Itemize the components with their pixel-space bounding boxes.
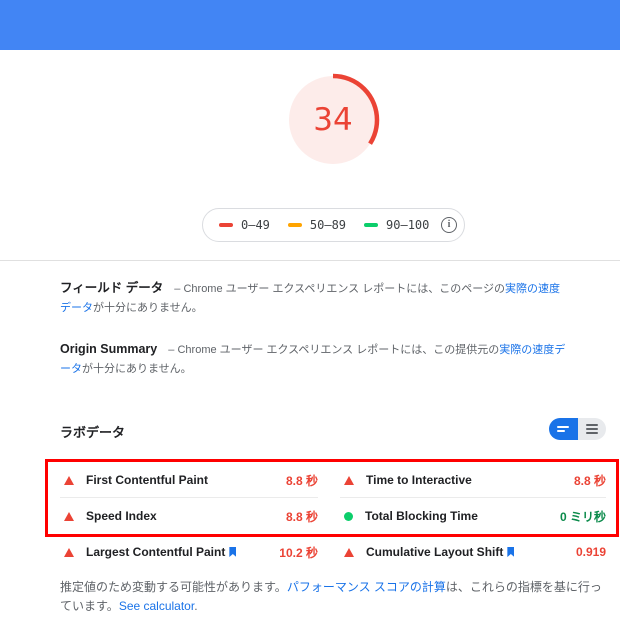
performance-score-gauge: 34 xyxy=(286,73,380,167)
compact-list-icon xyxy=(557,426,570,432)
legend-label-fail: 0–49 xyxy=(241,218,270,232)
legend-label-average: 50–89 xyxy=(309,218,347,232)
legend-swatch-fail xyxy=(219,223,233,227)
legend-item-fail: 0–49 xyxy=(219,218,270,232)
footnote: 推定値のため変動する可能性があります。パフォーマンス スコアの計算は、これらの指… xyxy=(60,578,608,616)
legend-swatch-average xyxy=(287,223,302,227)
see-calculator-link[interactable]: See calculator xyxy=(119,599,194,613)
metric-name: Largest Contentful Paint xyxy=(86,545,237,559)
origin-summary-text: – Chrome ユーザー エクスペリエンス レポートには、この提供元の xyxy=(165,344,500,356)
fail-triangle-icon xyxy=(344,547,354,557)
lab-data-title: ラボデータ xyxy=(60,425,126,440)
metric-largest-contentful-paint: Largest Contentful Paint 10.2 秒 xyxy=(60,534,318,570)
metric-cumulative-layout-shift: Cumulative Layout Shift 0.919 xyxy=(340,534,606,570)
field-data-heading: フィールド データ xyxy=(60,281,164,295)
metric-name-text: Cumulative Layout Shift xyxy=(366,545,504,559)
origin-summary-heading: Origin Summary xyxy=(60,342,158,356)
bookmark-icon[interactable] xyxy=(229,547,237,557)
metric-name-text: Largest Contentful Paint xyxy=(86,545,226,559)
origin-summary-text-suffix: が十分にありません。 xyxy=(82,363,192,375)
field-data-text-suffix: が十分にありません。 xyxy=(93,302,203,314)
bookmark-icon[interactable] xyxy=(507,547,515,557)
score-legend: 0–49 50–89 90–100 i xyxy=(202,208,465,242)
metric-view-toggle[interactable] xyxy=(549,418,606,440)
highlight-box xyxy=(45,459,619,537)
compact-view-button[interactable] xyxy=(549,418,578,440)
score-value: 34 xyxy=(313,102,353,138)
field-data-section: フィールド データ – Chrome ユーザー エクスペリエンス レポートには、… xyxy=(60,279,570,318)
legend-item-average: 50–89 xyxy=(287,218,347,232)
expanded-list-icon xyxy=(585,424,598,434)
legend-swatch-pass xyxy=(364,223,379,227)
origin-summary-section: Origin Summary – Chrome ユーザー エクスペリエンス レポ… xyxy=(60,340,570,379)
legend-item-pass: 90–100 xyxy=(364,218,429,232)
footnote-text: 推定値のため変動する可能性があります。 xyxy=(60,580,287,594)
expanded-view-button[interactable] xyxy=(577,418,606,440)
metric-value: 0.919 xyxy=(575,545,606,559)
section-divider xyxy=(0,260,620,261)
footnote-text-suffix: . xyxy=(194,599,198,613)
fail-triangle-icon xyxy=(64,547,74,557)
info-icon[interactable]: i xyxy=(441,217,457,233)
field-data-text: – Chrome ユーザー エクスペリエンス レポートには、このページの xyxy=(171,283,505,295)
score-calculation-link[interactable]: パフォーマンス スコアの計算 xyxy=(287,580,446,594)
legend-label-pass: 90–100 xyxy=(386,218,430,232)
metric-name: Cumulative Layout Shift xyxy=(366,545,515,559)
metric-value: 10.2 秒 xyxy=(279,545,318,560)
top-bar xyxy=(0,0,620,50)
